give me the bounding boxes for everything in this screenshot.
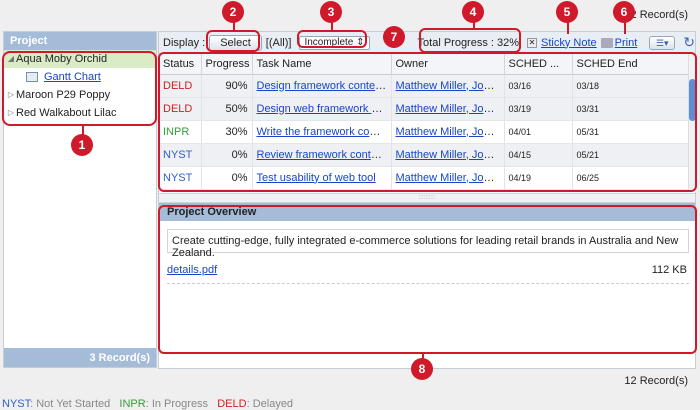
display-all-text: [(All)] — [265, 36, 292, 49]
callout-badge-1: 1 — [71, 134, 93, 156]
callout-box-4 — [419, 28, 521, 53]
close-icon[interactable]: ✕ — [527, 37, 538, 48]
callout-box-1 — [2, 51, 157, 126]
legend-code-deld: DELD — [217, 398, 247, 410]
legend-text-nyst: : Not Yet Started — [30, 398, 111, 410]
project-panel-header: Project — [4, 32, 156, 50]
legend-code-nyst: NYST — [2, 398, 31, 410]
callout-badge-8: 8 — [411, 358, 433, 380]
status-legend: NYST: Not Yet Started INPR: In Progress … — [2, 398, 293, 410]
callout-line-4 — [473, 22, 475, 29]
callout-badge-5: 5 — [556, 1, 578, 23]
callout-line-5 — [567, 22, 569, 34]
callout-line-3 — [331, 22, 333, 31]
callout-box-7 — [158, 52, 697, 192]
callout-line-6 — [624, 22, 626, 34]
sticky-note-link[interactable]: Sticky Note — [541, 37, 597, 49]
display-label: Display : — [163, 36, 206, 49]
printer-icon[interactable] — [600, 37, 613, 48]
callout-box-2 — [206, 30, 260, 52]
callout-line-2 — [233, 22, 235, 31]
legend-text-deld: : Delayed — [246, 398, 294, 410]
print-link[interactable]: Print — [615, 37, 638, 49]
project-record-count: 3 Record(s) — [4, 348, 156, 367]
callout-box-3 — [297, 30, 367, 48]
refresh-icon[interactable]: ↻ — [683, 34, 695, 51]
pane-splitter[interactable]: :::::::::: — [159, 193, 695, 203]
menu-button[interactable]: ☰▾ — [649, 35, 676, 50]
list-icon: ☰▾ — [655, 37, 669, 48]
legend-text-inpr: : In Progress — [145, 398, 209, 410]
callout-box-8 — [158, 205, 697, 354]
callout-badge-2: 2 — [222, 1, 244, 23]
callout-badge-6: 6 — [613, 1, 635, 23]
callout-badge-4: 4 — [462, 1, 484, 23]
callout-badge-3: 3 — [320, 1, 342, 23]
callout-badge-7: 7 — [383, 26, 405, 48]
legend-code-inpr: INPR — [119, 398, 146, 410]
record-count-bottom: 12 Record(s) — [624, 375, 688, 387]
